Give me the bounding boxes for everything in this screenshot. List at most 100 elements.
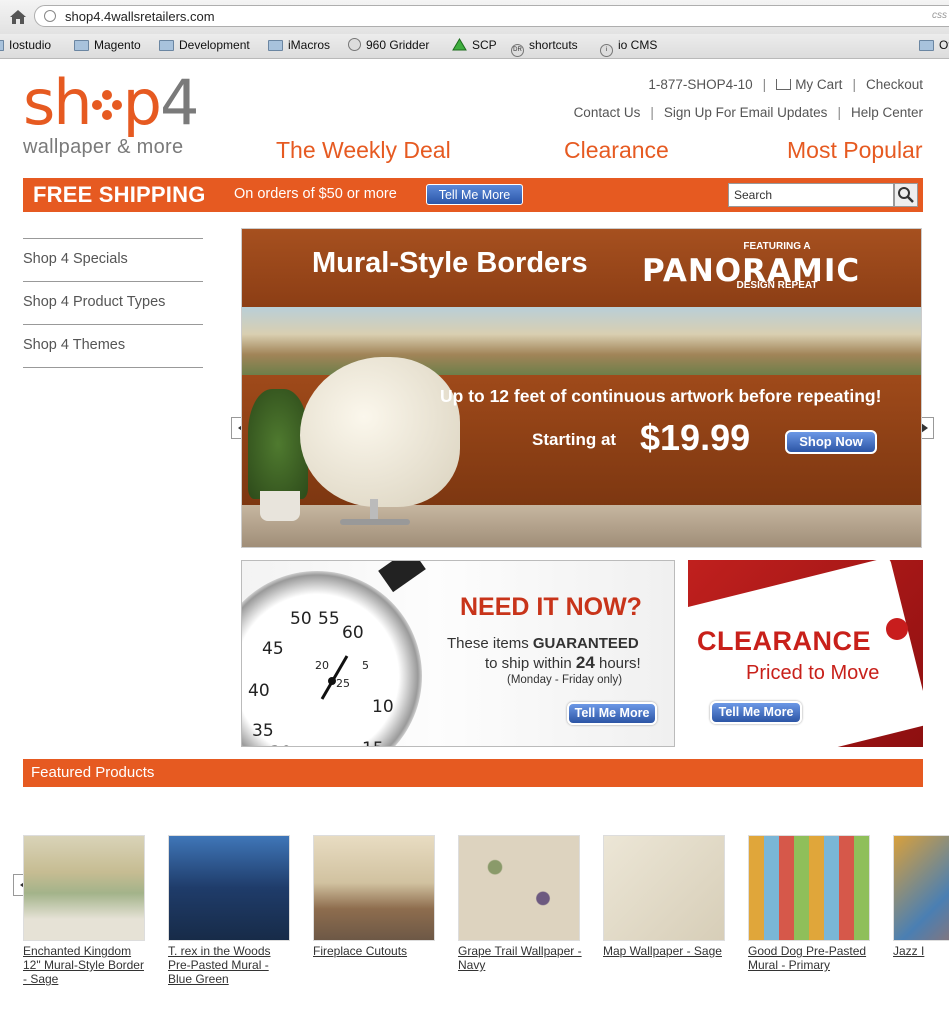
logo-p: p <box>122 66 162 139</box>
dial-number: 10 <box>372 697 394 717</box>
product-card[interactable]: Good Dog Pre-Pasted Mural - Primary <box>748 835 872 972</box>
sidebar-item-themes[interactable]: Shop 4 Themes <box>23 324 203 367</box>
fern-plant-image <box>248 389 308 499</box>
dial-number: 35 <box>252 721 274 741</box>
utility-links: 1-877-SHOP4-10 | My Cart | Checkout <box>648 77 923 92</box>
dial-number: 15 <box>362 739 384 746</box>
scp-icon <box>452 38 467 51</box>
bookmark-label: SCP <box>472 38 497 52</box>
sidebar-item-specials[interactable]: Shop 4 Specials <box>23 238 203 281</box>
email-signup-link[interactable]: Sign Up For Email Updates <box>664 105 828 120</box>
need-it-now-tell-me-more-button[interactable]: Tell Me More <box>567 702 657 725</box>
bookmark-label: io CMS <box>618 38 658 52</box>
bookmark-shortcuts[interactable]: DR shortcuts <box>511 38 578 57</box>
need-text: hours! <box>594 655 641 672</box>
hero-starting-at: Starting at <box>532 430 617 449</box>
need-text: These items <box>447 635 533 652</box>
product-card[interactable]: Fireplace Cutouts <box>313 835 437 958</box>
bookmark-magento[interactable]: Magento <box>74 38 141 52</box>
need-it-now-line1: These items GUARANTEED <box>447 635 639 652</box>
folder-icon <box>919 40 934 51</box>
product-card[interactable]: Enchanted Kingdom 12" Mural-Style Border… <box>23 835 147 986</box>
featured-products-bar: Featured Products <box>23 759 923 787</box>
nav-clearance[interactable]: Clearance <box>564 137 669 164</box>
site-logo[interactable]: sh p4 wallpaper & more <box>23 72 199 159</box>
bookmark-960-gridder[interactable]: 960 Gridder <box>348 38 429 52</box>
bookmarks-bar: Iostudio Magento Development iMacros 960… <box>0 34 949 59</box>
chair-image <box>300 357 460 507</box>
bookmark-label: shortcuts <box>529 38 578 52</box>
need-bold: 24 <box>575 653 595 672</box>
need-it-now-line3: (Monday - Friday only) <box>507 674 623 686</box>
product-link[interactable]: Enchanted Kingdom 12" Mural-Style Border… <box>23 944 147 986</box>
home-icon[interactable] <box>8 8 28 26</box>
nav-weekly-deal[interactable]: The Weekly Deal <box>276 137 451 164</box>
product-link[interactable]: Jazz I <box>893 944 949 958</box>
need-it-now-title: NEED IT NOW? <box>460 593 642 621</box>
search-input[interactable]: Search <box>728 183 894 207</box>
product-thumbnail[interactable] <box>313 835 435 941</box>
hero-banner[interactable]: Mural-Style Borders FEATURING A PANORAMI… <box>241 228 922 548</box>
tell-me-more-button[interactable]: Tell Me More <box>426 184 523 205</box>
nav-most-popular[interactable]: Most Popular <box>787 137 923 164</box>
bookmark-development[interactable]: Development <box>159 38 250 52</box>
globe-icon <box>44 10 56 22</box>
product-link[interactable]: Grape Trail Wallpaper - Navy <box>458 944 582 972</box>
need-it-now-line2: to ship within 24 hours! <box>485 653 641 673</box>
tag-hole <box>886 618 908 640</box>
checkout-link[interactable]: Checkout <box>866 77 923 92</box>
dial-number: 50 <box>290 609 312 629</box>
need-bold: GUARANTEED <box>532 635 639 652</box>
free-shipping-bar: FREE SHIPPING On orders of $50 or more T… <box>23 178 923 212</box>
sidebar-item-product-types[interactable]: Shop 4 Product Types <box>23 281 203 324</box>
bookmark-label: Ot <box>939 38 949 52</box>
cart-label: My Cart <box>795 77 843 92</box>
need-text: to ship within <box>485 655 576 672</box>
bookmark-label: Development <box>179 38 250 52</box>
plant-pot-image <box>260 491 300 521</box>
url-hint: css <box>932 10 947 21</box>
help-center-link[interactable]: Help Center <box>851 105 923 120</box>
bookmark-scp[interactable]: SCP <box>452 38 497 52</box>
io-icon: i <box>600 44 613 57</box>
bookmark-other[interactable]: Ot <box>919 38 949 52</box>
folder-icon <box>0 40 4 51</box>
clearance-promo[interactable]: CLEARANCE Priced to Move Tell Me More <box>688 560 923 747</box>
product-thumbnail[interactable] <box>748 835 870 941</box>
need-it-now-promo[interactable]: 50 55 60 45 40 35 30 5 10 15 20 25 NEED … <box>241 560 675 747</box>
logo-tagline: wallpaper & more <box>23 136 184 158</box>
product-link[interactable]: Fireplace Cutouts <box>313 944 437 958</box>
shop-now-button[interactable]: Shop Now <box>785 430 877 454</box>
product-card[interactable]: T. rex in the Woods Pre-Pasted Mural - B… <box>168 835 292 986</box>
product-link[interactable]: T. rex in the Woods Pre-Pasted Mural - B… <box>168 944 292 986</box>
product-link[interactable]: Good Dog Pre-Pasted Mural - Primary <box>748 944 872 972</box>
dial-number: 40 <box>248 681 270 701</box>
product-thumbnail[interactable] <box>893 835 949 941</box>
search-button[interactable] <box>894 183 918 207</box>
bookmark-label: Iostudio <box>9 38 52 52</box>
bookmark-label: iMacros <box>288 38 331 52</box>
product-card[interactable]: Jazz I <box>893 835 949 958</box>
product-thumbnail[interactable] <box>603 835 725 941</box>
product-link[interactable]: Map Wallpaper - Sage <box>603 944 727 958</box>
bookmark-imacros[interactable]: iMacros <box>268 38 330 52</box>
divider: | <box>650 105 654 120</box>
search-icon <box>898 187 914 203</box>
dial-number: 60 <box>342 623 364 643</box>
product-card[interactable]: Map Wallpaper - Sage <box>603 835 727 958</box>
globe-icon <box>348 38 361 51</box>
clearance-tell-me-more-button[interactable]: Tell Me More <box>710 701 802 724</box>
bookmark-io-cms[interactable]: i io CMS <box>600 38 657 57</box>
product-thumbnail[interactable] <box>23 835 145 941</box>
cart-link[interactable]: My Cart <box>776 77 842 92</box>
address-field[interactable]: shop4.4wallsretailers.com <box>34 5 949 27</box>
stopwatch-hand <box>320 655 349 700</box>
bookmark-iostudio[interactable]: Iostudio <box>0 38 51 52</box>
hero-price: $19.99 <box>640 417 751 458</box>
product-thumbnail[interactable] <box>168 835 290 941</box>
product-card[interactable]: Grape Trail Wallpaper - Navy <box>458 835 582 972</box>
contact-us-link[interactable]: Contact Us <box>574 105 641 120</box>
chair-base <box>340 519 410 525</box>
dr-icon: DR <box>511 44 524 57</box>
product-thumbnail[interactable] <box>458 835 580 941</box>
